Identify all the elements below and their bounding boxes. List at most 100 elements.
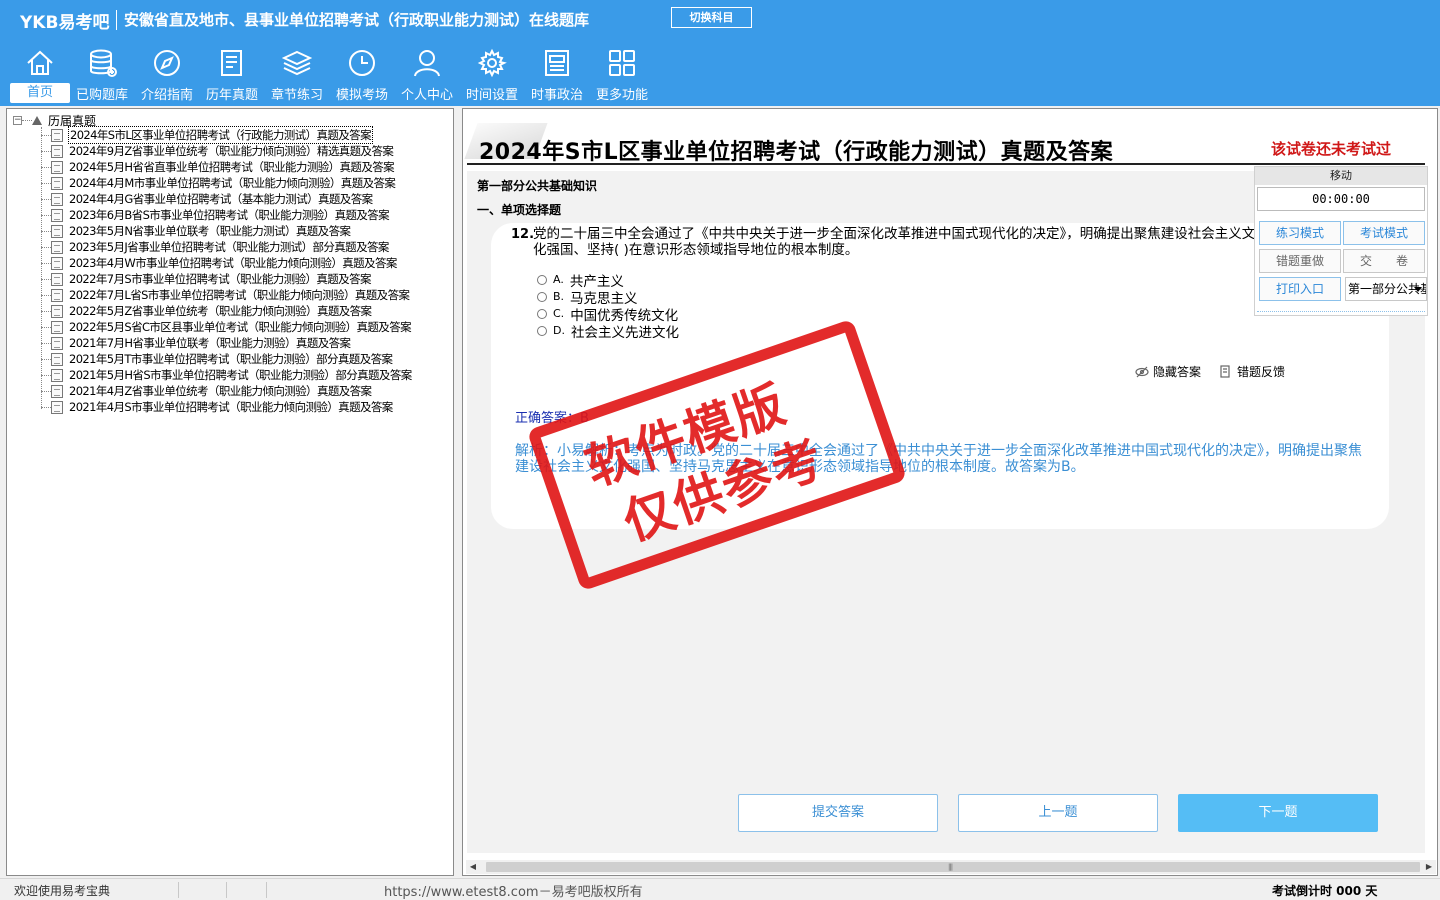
nav-more-features[interactable]: 更多功能 [590, 46, 654, 104]
question-number: 12. [511, 227, 535, 242]
scroll-right-icon[interactable]: ▶ [1424, 862, 1434, 872]
tree-item[interactable]: 2022年7月L省S市事业单位招聘考试（职业能力倾向测验）真题及答案 [41, 287, 410, 303]
nav-current-affairs[interactable]: 时事政治 [525, 46, 589, 104]
app-logo: YKB易考吧 [20, 13, 110, 33]
tree-connector [41, 198, 51, 200]
option-key: A. [553, 273, 564, 286]
tree-connector [41, 294, 51, 296]
tree-root[interactable]: − 历届真题 [13, 113, 96, 128]
radio-button[interactable] [537, 308, 547, 319]
tree-item[interactable]: 2023年6月B省S市事业单位招聘考试（职业能力测验）真题及答案 [41, 207, 390, 223]
tree-item-label: 2021年5月T市事业单位招聘考试（职业能力测验）部分真题及答案 [69, 352, 393, 366]
option-b[interactable]: B. 马克思主义 [537, 288, 638, 307]
tree-item-label: 2024年9月Z省事业单位统考（职业能力倾向测验）精选真题及答案 [69, 144, 394, 158]
tree-item[interactable]: 2024年4月M市事业单位招聘考试（职业能力倾向测验）真题及答案 [41, 175, 396, 191]
collapse-icon[interactable]: − [13, 115, 22, 125]
tree-item-label: 2022年7月L省S市事业单位招聘考试（职业能力倾向测验）真题及答案 [69, 288, 410, 302]
horizontal-scrollbar[interactable]: ◀ ||| ▶ [466, 860, 1436, 874]
error-feedback-button[interactable]: 错题反馈 [1219, 363, 1285, 380]
option-a[interactable]: A. 共产主义 [537, 271, 624, 290]
nav-mock-exam[interactable]: 模拟考场 [330, 46, 394, 104]
nav-label: 个人中心 [400, 88, 453, 103]
tree-item[interactable]: 2023年4月W市事业单位招聘考试（职业能力倾向测验）真题及答案 [41, 255, 398, 271]
document-icon [51, 192, 63, 206]
tree-connector [41, 214, 51, 216]
next-question-button[interactable]: 下一题 [1178, 794, 1378, 832]
tree-item[interactable]: 2023年5月J省事业单位招聘考试（职业能力测试）部分真题及答案 [41, 239, 390, 255]
tree-connector [41, 390, 51, 392]
tree-item-label: 2021年5月H省S市事业单位招聘考试（职业能力测验）部分真题及答案 [69, 368, 412, 382]
tree-item-label: 2024年4月G省事业单位招聘考试（基本能力测试）真题及答案 [69, 192, 373, 206]
tree-connector [41, 134, 51, 136]
tree-connector [41, 374, 51, 376]
status-divider [226, 882, 227, 898]
document-icon [51, 304, 63, 318]
tree-item[interactable]: 2021年4月Z省事业单位统考（职业能力倾向测验）真题及答案 [41, 383, 372, 399]
nav-guide[interactable]: 介绍指南 [135, 46, 199, 104]
hide-answer-label: 隐藏答案 [1153, 365, 1202, 379]
practice-mode-button[interactable]: 练习模式 [1259, 221, 1341, 245]
part-select[interactable]: 第一部分公共基础知识 [1345, 277, 1427, 301]
radio-button[interactable] [537, 325, 547, 336]
option-d[interactable]: D. 社会主义先进文化 [537, 322, 679, 341]
nav-personal-center[interactable]: 个人中心 [395, 46, 459, 104]
tree-item-label: 2024年S市L区事业单位招聘考试（行政能力测试）真题及答案 [68, 126, 373, 144]
print-button[interactable]: 打印入口 [1259, 277, 1341, 301]
section-title: 第一部分公共基础知识 [477, 179, 598, 193]
submit-paper-button[interactable]: 交 卷 [1343, 249, 1425, 273]
nav-time-settings[interactable]: 时间设置 [460, 46, 524, 104]
nav-label: 章节练习 [270, 88, 323, 103]
move-handle[interactable]: 移动 [1255, 167, 1427, 185]
tree-item[interactable]: 2023年5月N省事业单位联考（职业能力测试）真题及答案 [41, 223, 351, 239]
widget-divider [1257, 311, 1425, 312]
title-divider [467, 163, 1425, 165]
option-c[interactable]: C. 中国优秀传统文化 [537, 305, 678, 324]
option-text: 社会主义先进文化 [570, 324, 679, 341]
tree-item[interactable]: 2021年4月S市事业单位招聘考试（职业能力倾向测验）真题及答案 [41, 399, 394, 415]
scroll-left-icon[interactable]: ◀ [468, 862, 478, 872]
tree-item-label: 2023年6月B省S市事业单位招聘考试（职业能力测验）真题及答案 [69, 208, 390, 222]
tree-item[interactable]: 2024年4月G省事业单位招聘考试（基本能力测试）真题及答案 [41, 191, 374, 207]
tree-item[interactable]: 2024年9月Z省事业单位统考（职业能力倾向测验）精选真题及答案 [41, 143, 394, 159]
tree-item[interactable]: 2021年7月H省事业单位联考（职业能力测验）真题及答案 [41, 335, 351, 351]
correct-answer: 正确答案：B [515, 411, 589, 426]
tree-item-label: 2022年5月S省C市区县事业单位考试（职业能力倾向测验）真题及答案 [69, 320, 412, 334]
tree-item[interactable]: 2022年5月S省C市区县事业单位考试（职业能力倾向测验）真题及答案 [41, 319, 412, 335]
exam-timer: 00:00:00 [1257, 187, 1425, 211]
tree-item[interactable]: 2024年S市L区事业单位招聘考试（行政能力测试）真题及答案 [41, 126, 373, 144]
radio-button[interactable] [537, 274, 547, 285]
tree-item[interactable]: 2022年7月S市事业单位招聘考试（职业能力测验）真题及答案 [41, 271, 372, 287]
nav-home[interactable]: 首页 [8, 46, 72, 104]
prev-question-button[interactable]: 上一题 [958, 794, 1158, 832]
folder-icon [32, 115, 42, 125]
logo-divider [116, 10, 117, 30]
hide-answer-button[interactable]: 隐藏答案 [1135, 363, 1201, 380]
tree-item[interactable]: 2024年5月H省省直事业单位招聘考试（职业能力测验）真题及答案 [41, 159, 395, 175]
tree-item-label: 2023年4月W市事业单位招聘考试（职业能力倾向测验）真题及答案 [69, 256, 397, 270]
nav-label: 时事政治 [530, 88, 583, 103]
status-welcome: 欢迎使用易考宝典 [14, 884, 111, 898]
tree-connector [41, 406, 51, 408]
status-divider [266, 882, 267, 898]
clock-icon [349, 50, 375, 76]
exam-mode-button[interactable]: 考试模式 [1343, 221, 1425, 245]
tree-item[interactable]: 2022年5月Z省事业单位统考（职业能力倾向测验）真题及答案 [41, 303, 372, 319]
tree-item[interactable]: 2021年5月T市事业单位招聘考试（职业能力测验）部分真题及答案 [41, 351, 393, 367]
scrollbar-thumb[interactable]: ||| [486, 862, 1420, 872]
tree-item[interactable]: 2021年5月H省S市事业单位招聘考试（职业能力测验）部分真题及答案 [41, 367, 413, 383]
nav-purchased[interactable]: 已购题库 [70, 46, 134, 104]
nav-past-papers[interactable]: 历年真题 [200, 46, 264, 104]
switch-subject-button[interactable]: 切换科目 [671, 7, 752, 28]
redo-wrong-button[interactable]: 错题重做 [1259, 249, 1341, 273]
option-key: C. [553, 307, 565, 320]
grid-icon [609, 50, 635, 76]
answer-analysis: 解析：小易解析：考点为时政。党的二十届三中全会通过了《中共中央关于进一步全面深化… [515, 443, 1362, 475]
submit-answer-button[interactable]: 提交答案 [738, 794, 938, 832]
exam-title: 2024年S市L区事业单位招聘考试（行政能力测试）真题及答案 [479, 140, 1114, 165]
document-icon [51, 272, 63, 286]
tree-item-label: 2023年5月N省事业单位联考（职业能力测试）真题及答案 [69, 224, 351, 238]
nav-label: 介绍指南 [140, 88, 193, 103]
question-text: 党的二十届三中全会通过了《中共中央关于进一步全面深化改革推进中国式现代化的决定》… [533, 226, 1256, 258]
radio-button[interactable] [537, 291, 547, 302]
nav-chapter-practice[interactable]: 章节练习 [265, 46, 329, 104]
